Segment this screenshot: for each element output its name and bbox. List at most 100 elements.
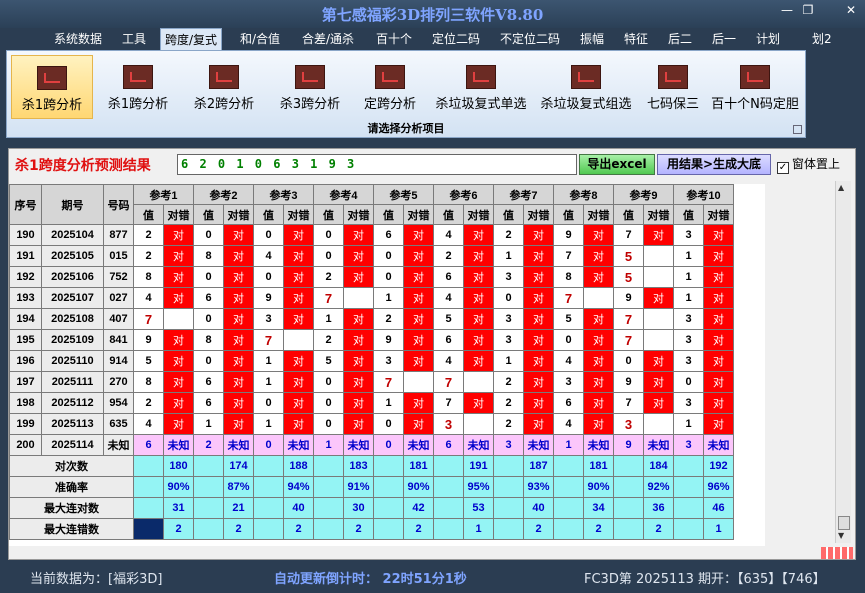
stats-spacer: [433, 476, 464, 498]
ribbon-btn-kill1-span-b[interactable]: 杀1跨分析: [97, 55, 179, 119]
row-check: 对: [463, 266, 494, 288]
menu-hundreds-tens-ones[interactable]: 百十个: [376, 30, 412, 47]
menu-plan[interactable]: 计划: [756, 30, 780, 47]
close-button[interactable]: ✕: [840, 3, 862, 17]
generate-base-button[interactable]: 用结果>生成大底: [657, 154, 771, 175]
ribbon-btn-kill1-span-a[interactable]: 杀1跨分析: [11, 55, 93, 119]
expand-icon[interactable]: [793, 125, 802, 134]
table-row[interactable]: 197 2025111 270 8 对 6 对 1 对 0 对 7 7 2 对 3 对 9 对 0 对: [9, 371, 734, 393]
chart-icon: [123, 65, 153, 89]
row-value: 1: [673, 245, 704, 267]
row-value: 2: [133, 224, 164, 246]
stats-value: 31: [163, 497, 194, 519]
table-row[interactable]: 196 2025110 914 5 对 0 对 1 对 5 对 3 对 4 对 1 对 4 对 0 对 3 对: [9, 350, 734, 372]
table-row[interactable]: 191 2025105 015 2 对 8 对 4 对 0 对 0 对 2 对 1 对 7 对 5 1 对: [9, 245, 734, 267]
row-check: 对: [163, 287, 194, 309]
row-value: 2: [133, 245, 164, 267]
stats-spacer: [673, 455, 704, 477]
row-check: 对: [523, 350, 554, 372]
row-period: 2025109: [41, 329, 104, 351]
vertical-scrollbar[interactable]: ▲ ▼: [835, 181, 851, 543]
maximize-button[interactable]: ❐: [797, 3, 819, 17]
ribbon-btn-label: 杀3跨分析: [279, 97, 341, 112]
row-check: 对: [523, 224, 554, 246]
col-header-ref: 参考5: [373, 184, 434, 205]
stats-value: 93%: [523, 476, 554, 498]
row-value: 3: [493, 266, 524, 288]
row-check: 对: [343, 413, 374, 435]
row-value: 2: [493, 224, 524, 246]
col-header-value: 值: [373, 204, 404, 225]
menu-extra[interactable]: 划2: [812, 30, 832, 47]
menu-last-one[interactable]: 后一: [712, 30, 736, 47]
row-value: 5: [133, 350, 164, 372]
table-row[interactable]: 194 2025108 407 7 0 对 3 对 1 对 2 对 5 对 3 对 5 对 7 3 对: [9, 308, 734, 330]
ribbon-btn-label: 杀1跨分析: [21, 98, 83, 113]
ontop-checkbox[interactable]: ✓ 窗体置上: [777, 155, 840, 174]
ribbon-btn-seven-three[interactable]: 七码保三: [641, 55, 705, 119]
chart-icon: [209, 65, 239, 89]
col-header-ref: 参考6: [433, 184, 494, 205]
ribbon-btn-junk-group[interactable]: 杀垃圾复式组选: [535, 55, 637, 119]
ribbon-btn-junk-single[interactable]: 杀垃圾复式单选: [430, 55, 532, 119]
scroll-up-icon[interactable]: ▲: [838, 183, 844, 192]
scroll-thumb[interactable]: [838, 516, 850, 530]
ribbon-btn-nmatch-dan[interactable]: 百十个N码定胆: [707, 55, 803, 119]
resize-grip[interactable]: [821, 547, 853, 559]
menu-last-two[interactable]: 后二: [668, 30, 692, 47]
menu-nonposition-two[interactable]: 不定位二码: [500, 30, 560, 47]
minimize-button[interactable]: —: [776, 3, 798, 17]
menu-span-compound[interactable]: 跨度/复式: [160, 28, 223, 50]
row-value: 7: [433, 392, 464, 414]
stats-spacer: [253, 476, 284, 498]
row-value: 8: [553, 266, 584, 288]
row-value: 8: [133, 371, 164, 393]
row-value: 9: [613, 371, 644, 393]
row-value: 1: [373, 392, 404, 414]
stats-spacer: [553, 476, 584, 498]
ribbon-btn-kill3-span[interactable]: 杀3跨分析: [269, 55, 351, 119]
row-check: 对: [163, 413, 194, 435]
ribbon-btn-fixed-span[interactable]: 定跨分析: [355, 55, 425, 119]
menu-amplitude[interactable]: 振幅: [580, 30, 604, 47]
scroll-down-icon[interactable]: ▼: [838, 531, 844, 540]
stats-value: 174: [223, 455, 254, 477]
ribbon-btn-label: 百十个N码定胆: [711, 97, 799, 112]
table-row[interactable]: 198 2025112 954 2 对 6 对 0 对 0 对 1 对 7 对 2 对 6 对 7 对 3 对: [9, 392, 734, 414]
latest-draw-status: FC3D第 2025113 期开：【635】【746】: [584, 572, 826, 587]
menu-feature[interactable]: 特征: [624, 30, 648, 47]
menu-tools[interactable]: 工具: [122, 30, 146, 47]
export-excel-button[interactable]: 导出excel: [579, 154, 655, 175]
stats-spacer: [433, 455, 464, 477]
chart-icon: [37, 66, 67, 90]
col-header-check: 对错: [703, 204, 734, 225]
table-row[interactable]: 199 2025113 635 4 对 1 对 1 对 0 对 0 对 3 2 对 4 对 3 1 对: [9, 413, 734, 435]
stats-value: 42: [403, 497, 434, 519]
row-check: 对: [703, 266, 734, 288]
row-check: 对: [703, 224, 734, 246]
menu-position-two[interactable]: 定位二码: [432, 30, 480, 47]
row-check: 未知: [523, 434, 554, 456]
menu-diff-kill[interactable]: 合差/通杀: [302, 30, 354, 47]
table-row[interactable]: 193 2025107 027 4 对 6 对 9 对 7 1 对 4 对 0 对 7 9 对 1 对: [9, 287, 734, 309]
menu-sum-value[interactable]: 和/合值: [240, 30, 280, 47]
row-value: 7: [553, 287, 584, 309]
row-check: 对: [643, 287, 674, 309]
ribbon-btn-kill2-span[interactable]: 杀2跨分析: [183, 55, 265, 119]
row-check: 对: [283, 224, 314, 246]
row-value: 2: [373, 308, 404, 330]
row-value: 6: [133, 434, 164, 456]
table-row[interactable]: 190 2025104 877 2 对 0 对 0 对 0 对 6 对 4 对 2 对 9 对 7 对 3 对: [9, 224, 734, 246]
row-number: 270: [103, 371, 134, 393]
row-period: 2025108: [41, 308, 104, 330]
result-field[interactable]: 6 2 0 1 0 6 3 1 9 3: [177, 154, 577, 175]
row-check: 对: [523, 245, 554, 267]
table-row-pending[interactable]: 200 2025114 未知 6 未知 2 未知 0 未知 1 未知 0 未知 6 未知 3 未知 1 未知 9 未知 3…: [9, 434, 734, 456]
col-header-check: 对错: [163, 204, 194, 225]
col-header-ref: 参考3: [253, 184, 314, 205]
menu-system-data[interactable]: 系统数据: [54, 30, 102, 47]
row-value: 0: [313, 224, 344, 246]
table-row[interactable]: 192 2025106 752 8 对 0 对 0 对 2 对 0 对 6 对 3 对 8 对 5 1 对: [9, 266, 734, 288]
table-row[interactable]: 195 2025109 841 9 对 8 对 7 2 对 9 对 6 对 3 对 0 对 7 3 对: [9, 329, 734, 351]
col-header-value: 值: [433, 204, 464, 225]
